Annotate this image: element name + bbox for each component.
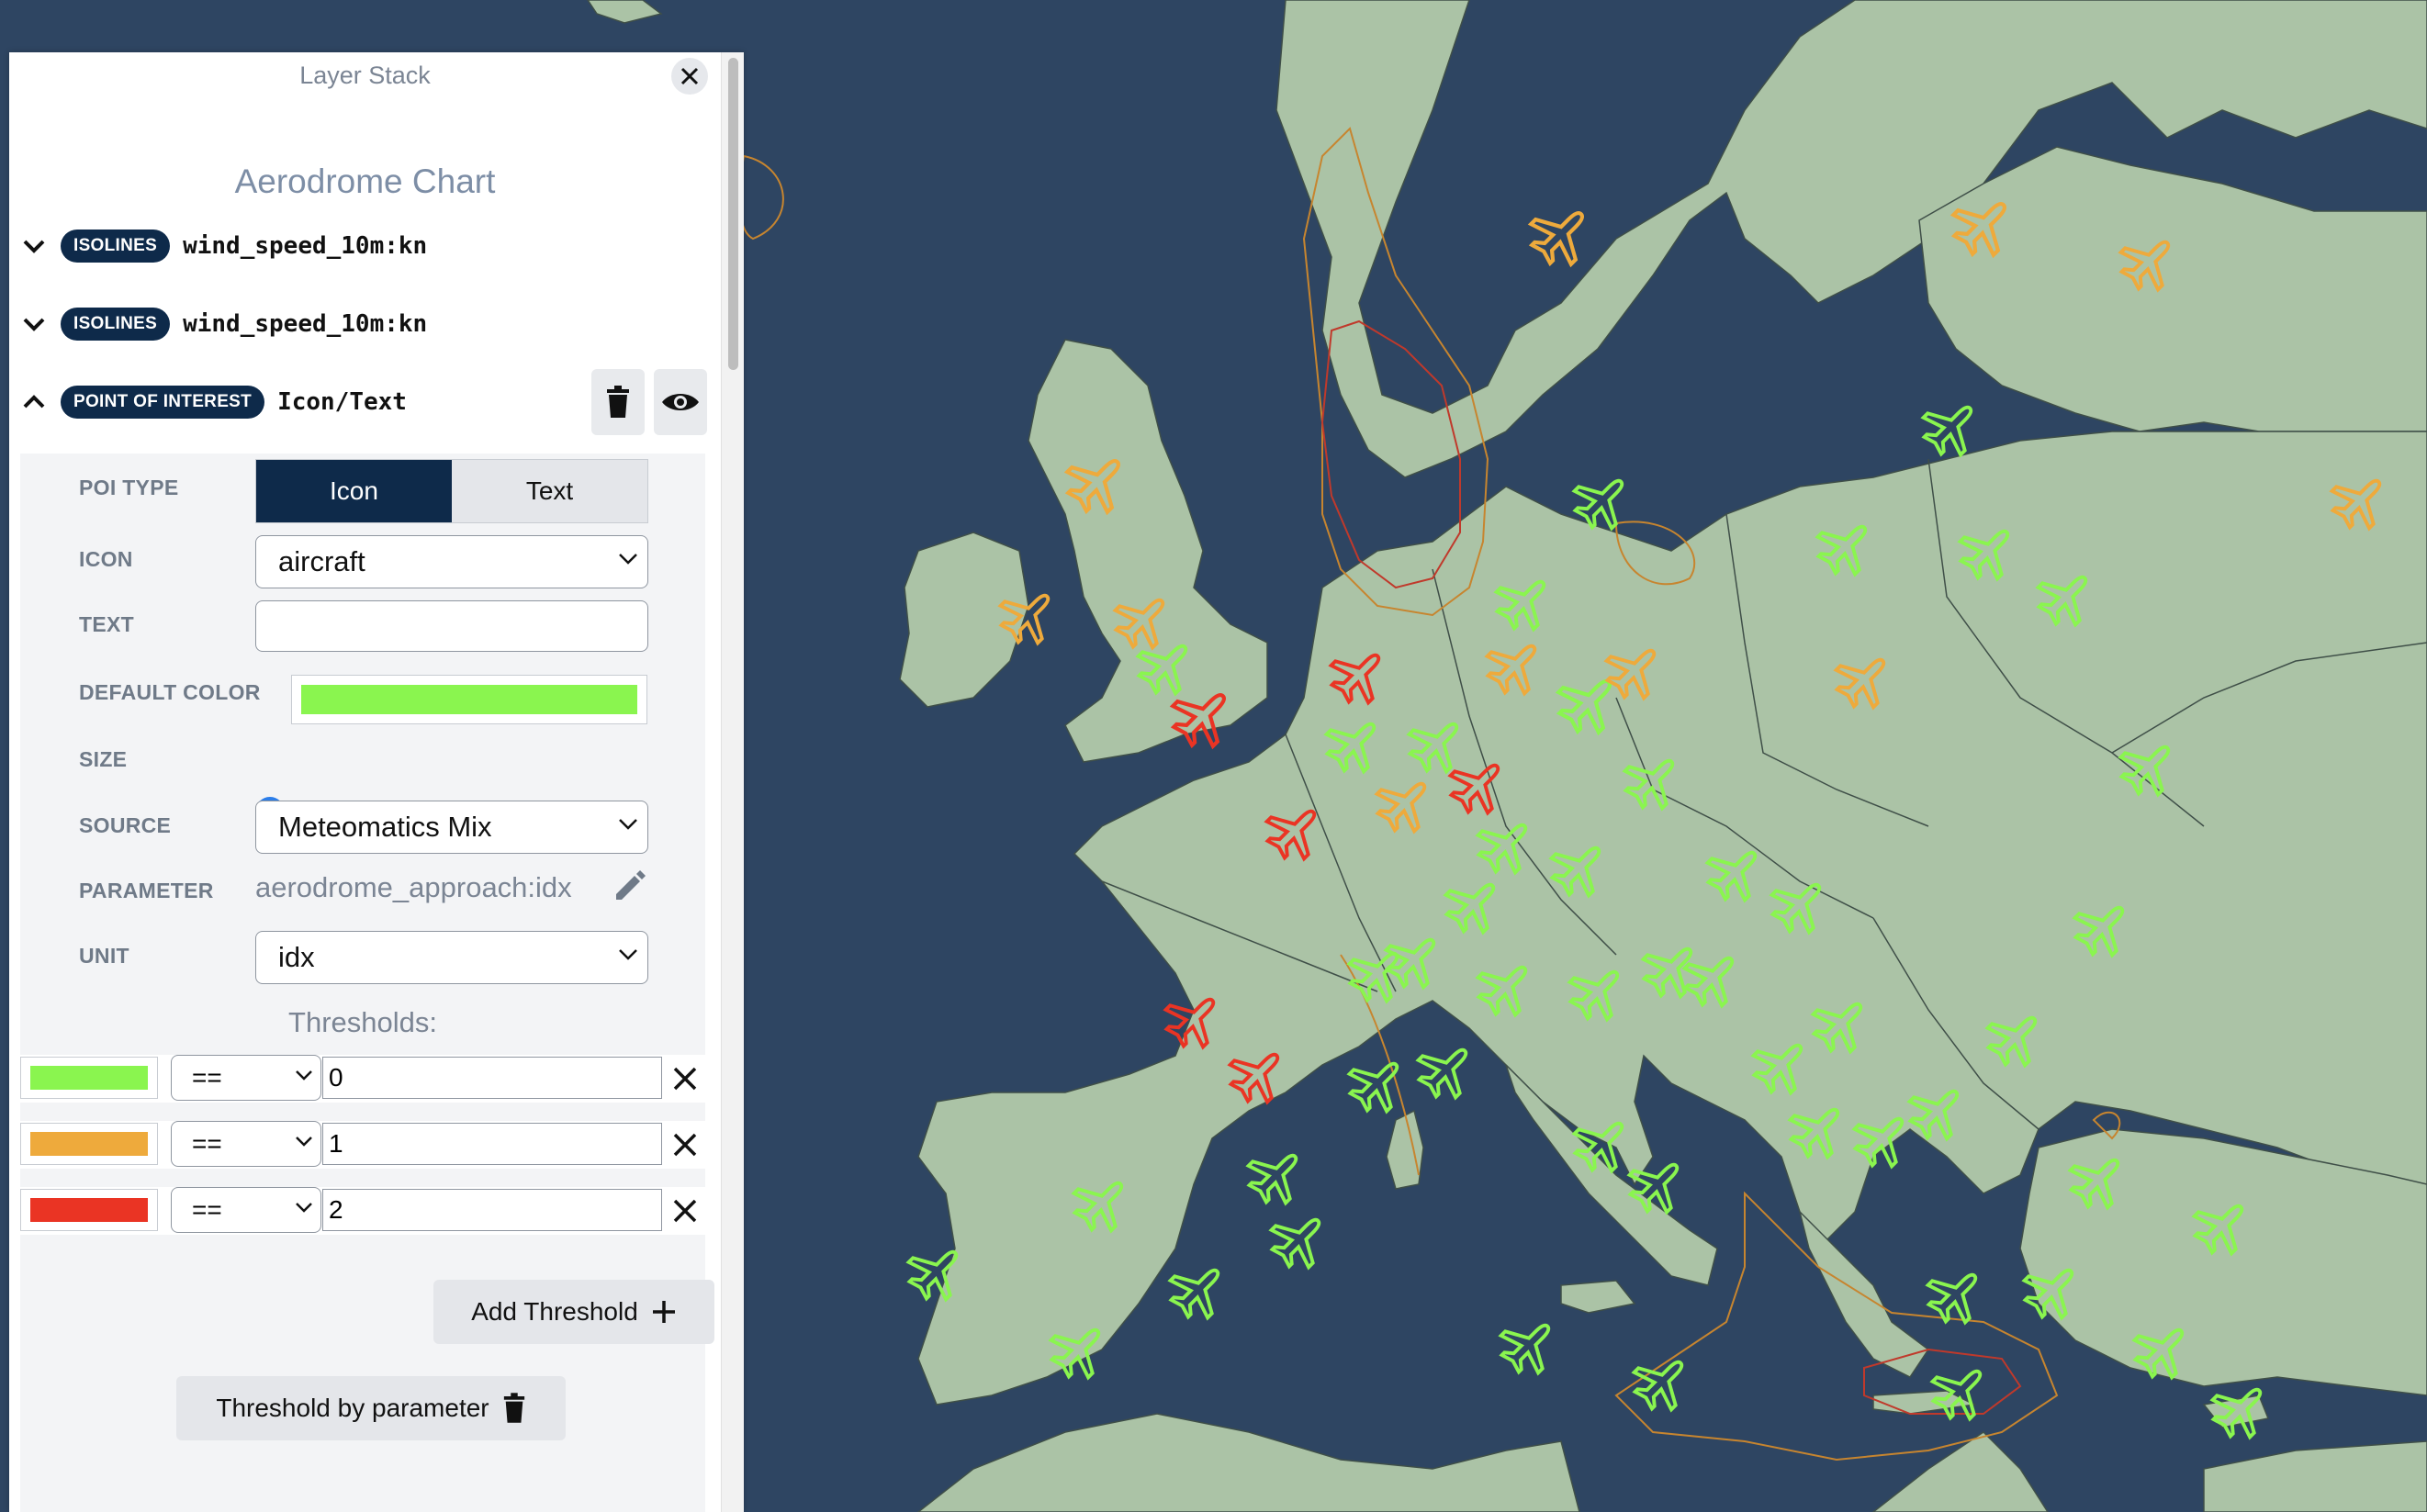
threshold-color-picker[interactable] bbox=[20, 1123, 158, 1165]
icon-label: ICON bbox=[79, 547, 133, 571]
chevron-down-icon bbox=[619, 949, 637, 960]
remove-threshold-button[interactable] bbox=[667, 1126, 703, 1163]
delete-layer-button[interactable] bbox=[591, 369, 645, 435]
close-button[interactable] bbox=[671, 58, 708, 95]
text-input[interactable] bbox=[255, 600, 648, 652]
size-label: SIZE bbox=[79, 747, 128, 771]
layer-name: wind_speed_10m:kn bbox=[183, 232, 428, 260]
thresholds-title: Thresholds: bbox=[288, 1006, 437, 1038]
poi-type-text-option[interactable]: Text bbox=[452, 460, 647, 522]
threshold-color-swatch bbox=[30, 1066, 148, 1090]
threshold-value-input[interactable]: 0 bbox=[322, 1057, 662, 1099]
poi-type-icon-option[interactable]: Icon bbox=[256, 460, 452, 522]
source-select[interactable]: Meteomatics Mix bbox=[255, 801, 648, 854]
poi-settings: POI TYPE Icon Text ICON aircraft TEXT DE… bbox=[9, 454, 735, 1512]
panel-scrollbar[interactable] bbox=[721, 52, 744, 1512]
layer-name: Icon/Text bbox=[277, 388, 407, 416]
layer-type-badge: POINT OF INTEREST bbox=[61, 386, 265, 419]
add-threshold-button[interactable]: Add Threshold bbox=[433, 1280, 714, 1344]
chevron-down-icon bbox=[296, 1137, 312, 1147]
plus-icon bbox=[652, 1301, 675, 1323]
trash-icon bbox=[607, 386, 629, 418]
threshold-operator-value: == bbox=[192, 1129, 222, 1158]
chevron-up-icon[interactable] bbox=[20, 388, 48, 416]
threshold-value-input[interactable]: 2 bbox=[322, 1189, 662, 1231]
icon-select-value: aircraft bbox=[278, 545, 365, 577]
threshold-operator-select[interactable]: == bbox=[171, 1055, 321, 1101]
close-icon bbox=[680, 67, 699, 85]
edit-parameter-button[interactable] bbox=[612, 868, 647, 908]
toggle-visibility-button[interactable] bbox=[654, 369, 707, 435]
threshold-color-picker[interactable] bbox=[20, 1057, 158, 1099]
text-label: TEXT bbox=[79, 612, 134, 636]
source-select-value: Meteomatics Mix bbox=[278, 811, 492, 843]
layer-row-isolines-1[interactable]: ISOLINES wind_speed_10m:kn bbox=[20, 225, 427, 267]
unit-select[interactable]: idx bbox=[255, 931, 648, 984]
close-icon bbox=[673, 1199, 697, 1223]
layer-type-badge: ISOLINES bbox=[61, 230, 171, 263]
threshold-operator-select[interactable]: == bbox=[171, 1121, 321, 1167]
chevron-down-icon[interactable] bbox=[20, 310, 48, 338]
threshold-operator-value: == bbox=[192, 1063, 222, 1092]
threshold-by-parameter-button[interactable]: Threshold by parameter bbox=[176, 1376, 566, 1440]
threshold-row: == 1 bbox=[9, 1121, 735, 1169]
default-color-swatch bbox=[301, 685, 637, 714]
parameter-value: aerodrome_approach:idx bbox=[255, 871, 572, 903]
layer-name: wind_speed_10m:kn bbox=[183, 310, 428, 338]
layer-row-isolines-2[interactable]: ISOLINES wind_speed_10m:kn bbox=[20, 303, 427, 345]
default-color-label: DEFAULT COLOR bbox=[79, 680, 261, 704]
threshold-by-parameter-label: Threshold by parameter bbox=[216, 1394, 489, 1422]
source-label: SOURCE bbox=[79, 813, 172, 837]
threshold-value-input[interactable]: 1 bbox=[322, 1123, 662, 1165]
icon-select[interactable]: aircraft bbox=[255, 535, 648, 588]
layer-stack-panel: Layer Stack Aerodrome Chart ISOLINES win… bbox=[9, 52, 744, 1512]
poi-type-label: POI TYPE bbox=[79, 476, 179, 499]
chevron-down-icon[interactable] bbox=[20, 232, 48, 260]
chart-title: Aerodrome Chart bbox=[234, 162, 496, 200]
threshold-color-picker[interactable] bbox=[20, 1189, 158, 1231]
default-color-picker[interactable] bbox=[291, 675, 647, 724]
layer-row-poi[interactable]: POINT OF INTEREST Icon/Text bbox=[20, 381, 407, 423]
add-threshold-label: Add Threshold bbox=[471, 1297, 638, 1326]
pencil-icon bbox=[616, 870, 646, 900]
unit-label: UNIT bbox=[79, 944, 129, 968]
unit-select-value: idx bbox=[278, 941, 315, 973]
chevron-down-icon bbox=[296, 1070, 312, 1081]
poi-type-toggle: Icon Text bbox=[255, 459, 648, 523]
eye-icon bbox=[662, 394, 699, 410]
threshold-row: == 0 bbox=[9, 1055, 735, 1103]
threshold-row: == 2 bbox=[9, 1187, 735, 1235]
threshold-operator-select[interactable]: == bbox=[171, 1187, 321, 1233]
parameter-label: PARAMETER bbox=[79, 879, 214, 902]
chevron-down-icon bbox=[619, 819, 637, 830]
remove-threshold-button[interactable] bbox=[667, 1193, 703, 1229]
threshold-operator-value: == bbox=[192, 1195, 222, 1224]
panel-title: Layer Stack bbox=[299, 62, 431, 89]
chevron-down-icon bbox=[296, 1203, 312, 1213]
scrollbar-thumb[interactable] bbox=[728, 58, 738, 370]
threshold-color-swatch bbox=[30, 1198, 148, 1222]
close-icon bbox=[673, 1067, 697, 1091]
close-icon bbox=[673, 1133, 697, 1157]
trash-icon bbox=[503, 1393, 524, 1423]
chevron-down-icon bbox=[619, 554, 637, 565]
threshold-color-swatch bbox=[30, 1132, 148, 1156]
layer-type-badge: ISOLINES bbox=[61, 308, 171, 341]
remove-threshold-button[interactable] bbox=[667, 1060, 703, 1097]
